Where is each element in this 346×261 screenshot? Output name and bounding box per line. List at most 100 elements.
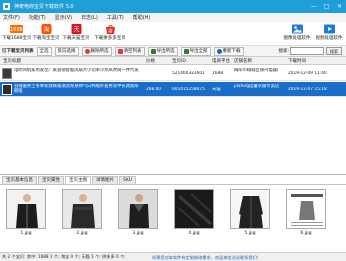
row-platform: 1688 [212, 71, 223, 76]
col-id[interactable]: 宝贝ID [172, 58, 186, 64]
title-bar: 神奇电商宝贝下载软件 3.0 — □ ✕ [0, 0, 346, 13]
col-shop[interactable]: 店铺名称 [234, 58, 252, 64]
image-filename: 2.jpg [76, 231, 88, 236]
col-platform[interactable]: 电商平台 [212, 58, 230, 64]
download-1688-button[interactable]: 1688 下载1688宝贝 [2, 23, 32, 45]
maximize-button[interactable]: □ [322, 2, 331, 11]
list-section-label: 已下载宝贝列表 [2, 49, 34, 54]
row-platform: 天猫 [212, 87, 221, 92]
image-filename: 6.jpg [300, 231, 312, 236]
download-taobao-button[interactable]: 淘 下载淘宝宝贝 [32, 23, 60, 45]
gallery-image-item[interactable]: 5.jpg [230, 189, 270, 239]
export-all-label: 导出全部 [189, 48, 208, 54]
clear-list-label: 清空列表 [123, 48, 142, 54]
product-table: 宝贝标题 价格 宝贝ID 电商平台 店铺名称 下载时间 电吹风机家用发型厂家直销… [0, 57, 346, 175]
video-tool-label: 视频处理软件 [315, 36, 343, 41]
window-controls: — □ ✕ [309, 2, 344, 11]
status-hint-link[interactable]: 如果您对本软件有定制修改需求，欢迎来信洽谈联系我们！ [152, 255, 261, 261]
menu-bar: 文件(F) 功能(T) 显示(V) 日志(L) 工具(T) 帮助(H) [0, 13, 346, 22]
menu-tools[interactable]: 工具(T) [107, 14, 124, 21]
download-taobao-label: 下载淘宝宝贝 [32, 36, 60, 41]
image-filename: 1.jpg [20, 231, 32, 236]
redownload-label: 重新下载 [222, 48, 241, 54]
invert-selection-label: 反向选择 [57, 48, 76, 54]
tab-attributes[interactable]: 宝贝属性 [38, 176, 64, 184]
status-counts: 共 2 个宝贝: 其中: 1688 1 个; 淘宝 0 个; 天猫 1 个; 拼… [2, 254, 126, 259]
image-tool-icon [291, 24, 304, 34]
export-all-button[interactable]: 导出全部 [180, 46, 211, 56]
menu-help[interactable]: 帮助(H) [133, 14, 151, 21]
minimize-button[interactable]: — [309, 2, 318, 11]
product-thumbnail [2, 68, 12, 79]
image-tool-button[interactable]: 图像处理软件 [282, 23, 312, 45]
search-input[interactable] [290, 47, 324, 55]
menu-log[interactable]: 日志(L) [81, 14, 98, 21]
jacket-photo [62, 189, 102, 229]
row-time: 2019-12-07 15:18 [288, 87, 327, 92]
delete-selected-button[interactable]: 删除所选 [81, 46, 112, 56]
tab-detail-images[interactable]: 详情图片 [92, 176, 118, 184]
image-gallery: 1.jpg 2.jpg 3.jpg 4.jpg 5.jpg 6.jpg [0, 184, 346, 252]
tmall-icon: 天 [70, 24, 83, 34]
col-time[interactable]: 下载时间 [288, 58, 306, 64]
row-title: 电吹风机家用发型厂家直销智能风扇大小功率冷热风吹筒一件代发 [14, 68, 139, 73]
product-thumbnail [2, 84, 12, 95]
col-title[interactable]: 宝贝标题 [3, 58, 21, 64]
export-icon [150, 48, 156, 54]
video-tool-icon [323, 24, 336, 34]
row-shop: 揭阳市榕城区锦兴电器厂 [234, 68, 282, 73]
image-filename: 3.jpg [132, 231, 144, 236]
clear-list-button[interactable]: 清空列表 [114, 46, 145, 56]
download-tmall-label: 下载天猫宝贝 [62, 36, 90, 41]
image-tool-label: 图像处理软件 [283, 36, 311, 41]
gallery-image-item[interactable]: 1.jpg [6, 189, 46, 239]
download-tmall-button[interactable]: 天 下载天猫宝贝 [62, 23, 90, 45]
toolbar: 1688 下载1688宝贝 淘 下载淘宝宝贝 天 下载天猫宝贝 拼 下载拼多多宝… [0, 22, 346, 46]
clear-icon [117, 48, 123, 54]
row-id: 521400322601 [172, 71, 205, 76]
select-all-label: 全选 [39, 48, 49, 54]
download-pdd-button[interactable]: 拼 下载拼多多宝贝 [94, 23, 126, 45]
menu-file[interactable]: 文件(F) [3, 14, 20, 21]
1688-badge-text: 1688 [10, 27, 23, 33]
image-filename: 4.jpg [188, 231, 200, 236]
jacket-photo [6, 189, 46, 229]
detail-tabs: 宝贝基本信息 宝贝属性 宝贝主图 详情图片 SKU [0, 176, 346, 184]
pdd-icon: 拼 [104, 24, 117, 35]
table-row[interactable]: 羽绒服男士冬季新款韩版潮流修身帅气白鸭绒外套男装中长款加厚韩版 268.00 6… [0, 82, 346, 97]
select-all-button[interactable]: 全选 [36, 46, 52, 56]
search-button[interactable]: 搜索 [326, 47, 342, 55]
table-row[interactable]: 电吹风机家用发型厂家直销智能风扇大小功率冷热风吹筒一件代发 5214003226… [0, 66, 346, 81]
menu-function[interactable]: 功能(T) [29, 14, 46, 21]
download-pdd-label: 下载拼多多宝贝 [94, 36, 126, 41]
window-title: 神奇电商宝贝下载软件 3.0 [14, 4, 74, 10]
gallery-image-item[interactable]: 3.jpg [118, 189, 158, 239]
tmall-badge-text: 天 [73, 27, 79, 34]
col-price[interactable]: 价格 [146, 58, 155, 64]
gallery-image-item[interactable]: 6.jpg [286, 189, 326, 239]
search-label: 搜索: [278, 49, 289, 54]
jacket-photo [230, 189, 270, 229]
tab-basic-info[interactable]: 宝贝基本信息 [2, 176, 37, 184]
download-1688-label: 下载1688宝贝 [2, 36, 32, 41]
delete-icon [84, 48, 90, 54]
menu-view[interactable]: 显示(V) [55, 14, 72, 21]
redownload-button[interactable]: 重新下载 [213, 46, 244, 56]
video-tool-button[interactable]: 视频处理软件 [314, 23, 344, 45]
invert-selection-button[interactable]: 反向选择 [54, 46, 79, 56]
gallery-image-item[interactable]: 4.jpg [174, 189, 214, 239]
close-button[interactable]: ✕ [335, 2, 344, 11]
export-selected-button[interactable]: 导出所选 [147, 46, 178, 56]
tab-main-images[interactable]: 宝贝主图 [65, 176, 91, 184]
app-logo-icon [3, 3, 10, 10]
gallery-image-item[interactable]: 2.jpg [62, 189, 102, 239]
row-id: 601415258075 [172, 87, 205, 92]
row-price: 268.00 [146, 87, 162, 92]
jacket-detail-photo [174, 189, 214, 229]
tab-sku[interactable]: SKU [119, 176, 136, 184]
image-filename: 5.jpg [244, 231, 256, 236]
size-chart-image [286, 189, 326, 229]
taobao-icon: 淘 [40, 24, 53, 34]
app-window: 神奇电商宝贝下载软件 3.0 — □ ✕ 文件(F) 功能(T) 显示(V) 日… [0, 0, 346, 261]
table-header: 宝贝标题 价格 宝贝ID 电商平台 店铺名称 下载时间 [0, 57, 346, 65]
